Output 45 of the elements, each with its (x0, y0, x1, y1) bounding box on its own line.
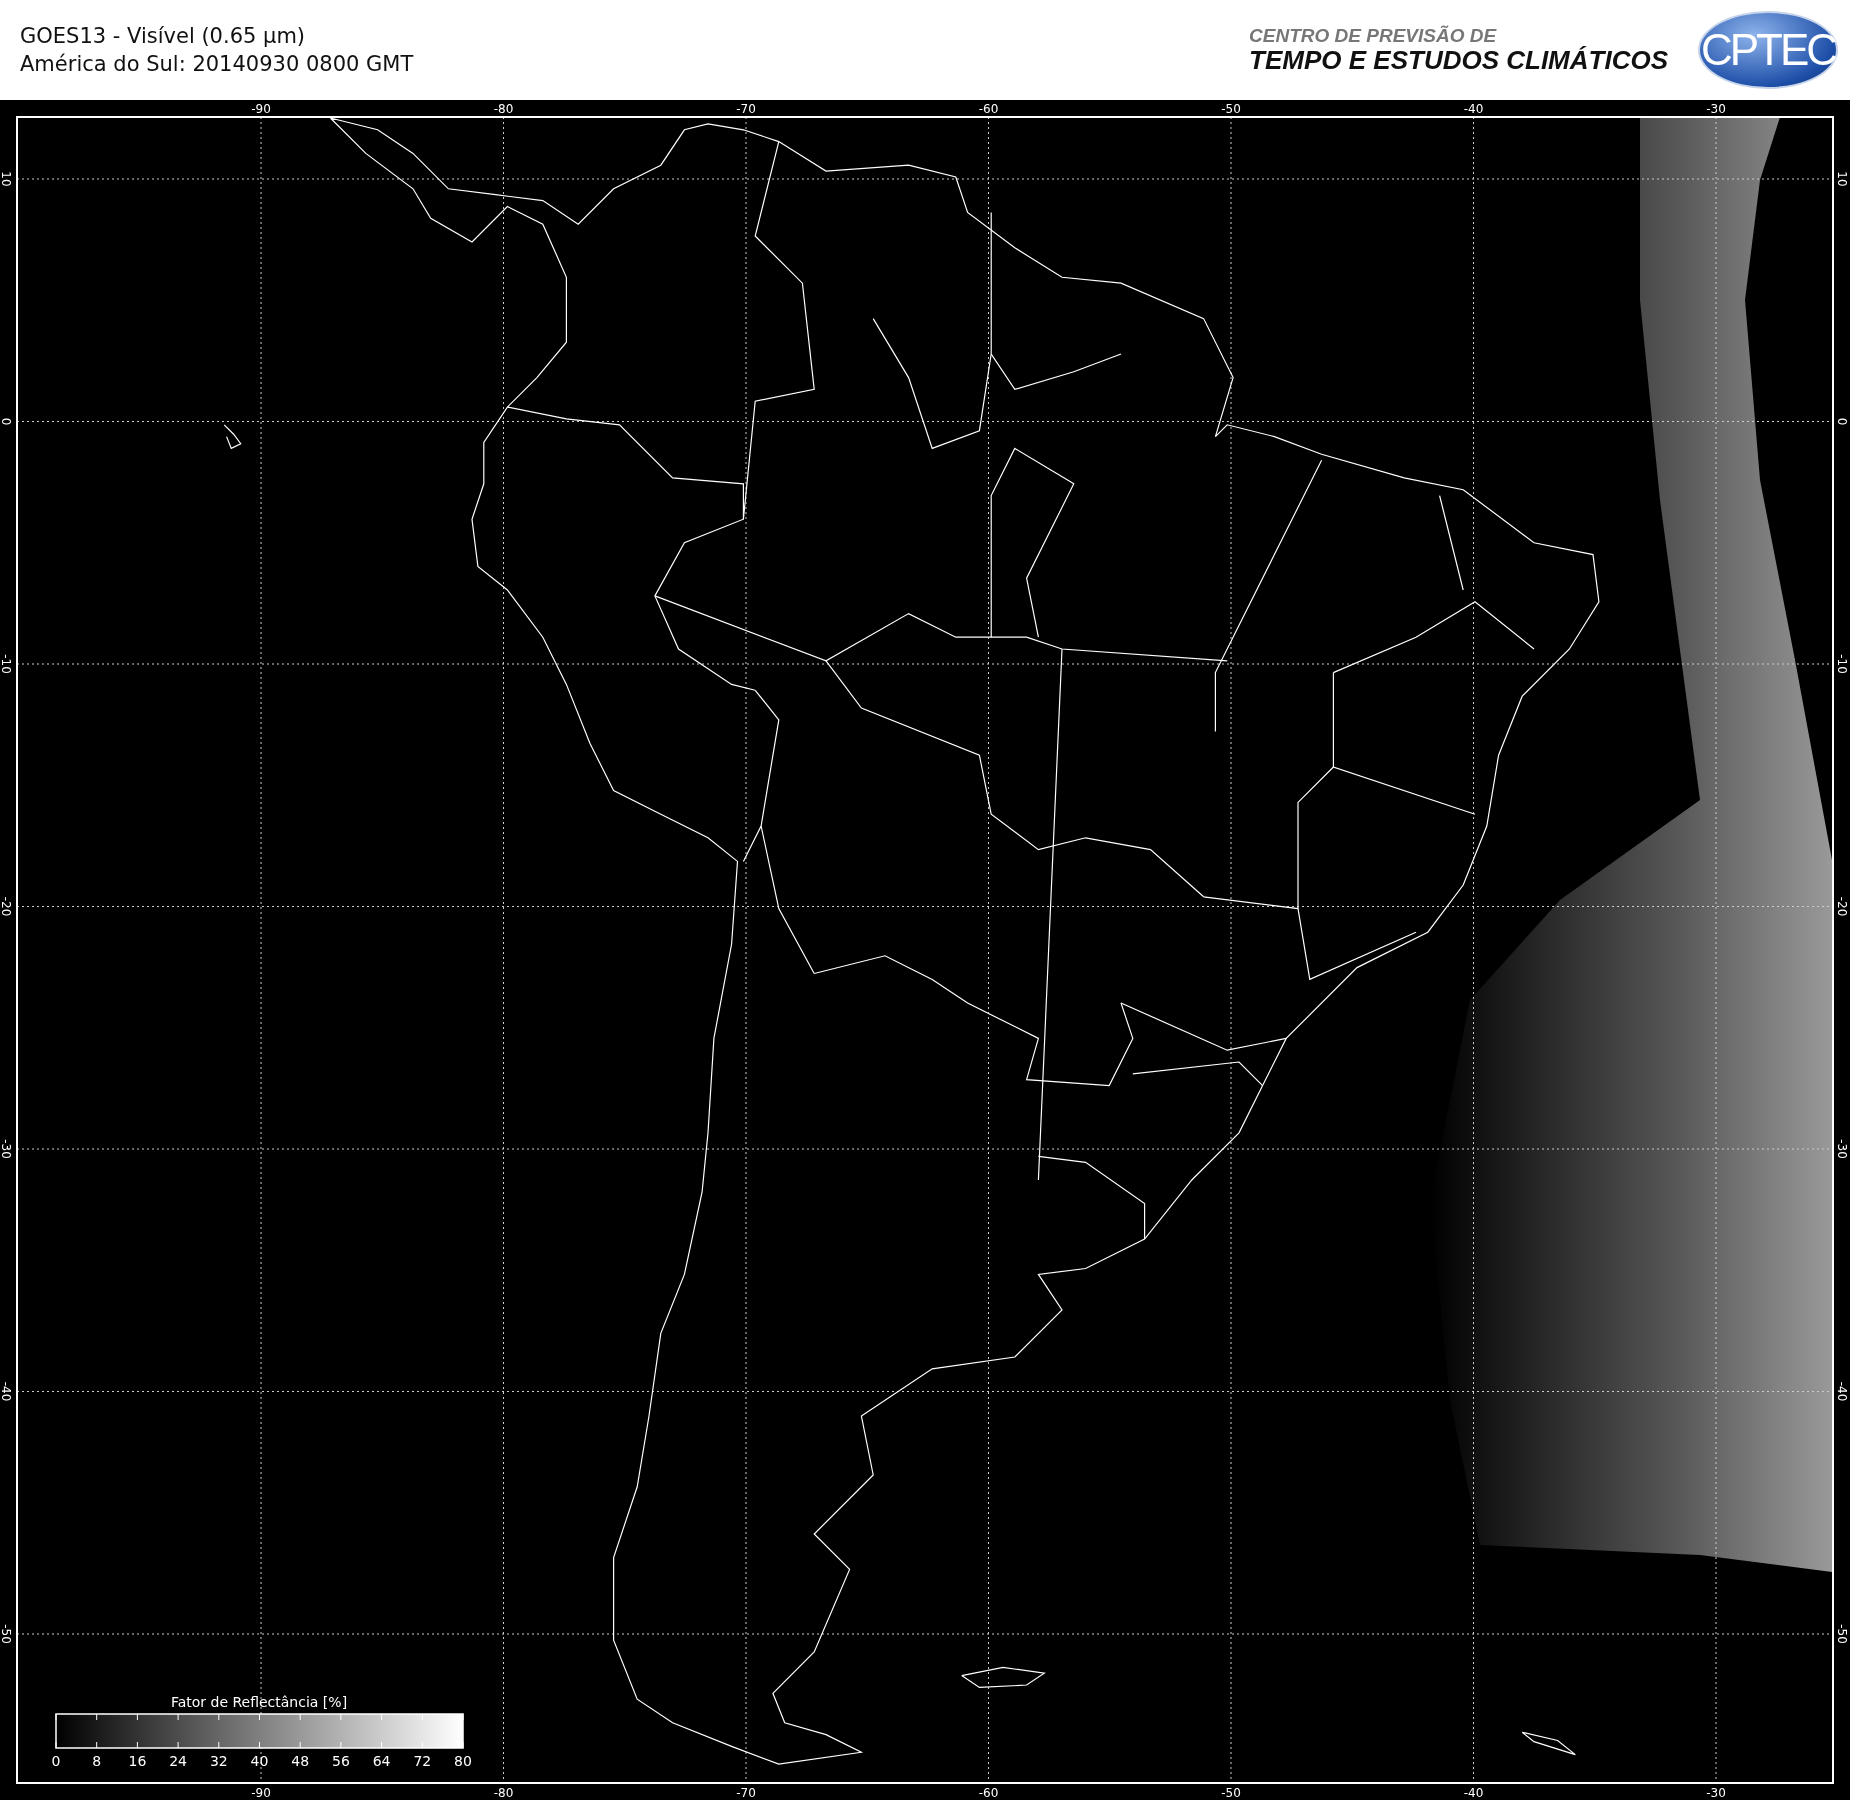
longitude-label: -70 (736, 102, 756, 116)
latitude-label: 10 (0, 171, 13, 187)
colorbar-tick-label: 16 (128, 1753, 147, 1769)
latitude-label: -20 (1835, 896, 1849, 917)
longitude-label: -70 (736, 1786, 756, 1800)
latitude-label: -30 (0, 1139, 13, 1159)
latitude-label: -40 (0, 1381, 13, 1402)
longitude-label: -90 (251, 1786, 271, 1800)
latitude-label: 0 (0, 417, 13, 426)
longitude-label: -60 (978, 102, 999, 116)
longitude-label: -30 (1706, 1786, 1726, 1800)
latitude-label: -20 (0, 896, 13, 917)
latitude-label: -10 (1835, 654, 1849, 674)
organization-name-line: CENTRO DE PREVISÃO DE (1249, 26, 1498, 46)
colorbar-tick-label: 48 (291, 1753, 310, 1769)
longitude-label: -80 (493, 1786, 514, 1800)
longitude-label: -80 (493, 102, 514, 116)
colorbar-tick-label: 32 (209, 1753, 228, 1769)
colorbar-tick-label: 40 (250, 1753, 269, 1769)
longitude-label: -40 (1463, 102, 1484, 116)
longitude-label: -50 (1221, 102, 1241, 116)
longitude-label: -50 (1221, 1786, 1241, 1800)
colorbar-tick-label: 72 (413, 1753, 432, 1769)
latitude-label: 0 (1835, 417, 1849, 426)
colorbar-tick-label: 24 (169, 1753, 187, 1769)
colorbar-tick-label: 80 (454, 1753, 472, 1769)
product-subtitle: América do Sul: 20140930 0800 GMT (20, 51, 414, 78)
longitude-label: -40 (1463, 1786, 1484, 1800)
colorbar-tick-label: 56 (332, 1753, 350, 1769)
latitude-label: -50 (1835, 1624, 1849, 1644)
organization-logo: CPTEC (1698, 11, 1838, 89)
longitude-label: -30 (1706, 102, 1726, 116)
colorbar-tick-label: 64 (372, 1753, 391, 1769)
latitude-label: -10 (0, 654, 13, 674)
latitude-label: -30 (1835, 1139, 1849, 1159)
latitude-label: -40 (1835, 1381, 1849, 1402)
organization-name-line: TEMPO E ESTUDOS CLIMÁTICOS (1249, 46, 1668, 74)
product-title: GOES13 - Visível (0.65 µm) (20, 23, 307, 50)
latitude-label: -50 (0, 1624, 13, 1644)
colorbar-tick-label: 8 (92, 1753, 102, 1769)
longitude-label: -90 (251, 102, 271, 116)
colorbar-tick-label: 0 (51, 1753, 61, 1769)
latitude-label: 10 (1835, 171, 1849, 187)
colorbar-title: Fator de Reflectância [%] (170, 1694, 348, 1710)
longitude-label: -60 (978, 1786, 999, 1800)
